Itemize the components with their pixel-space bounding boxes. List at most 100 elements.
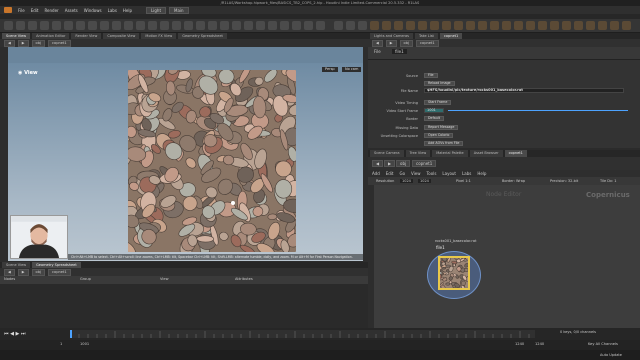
menu-edit[interactable]: Edit	[31, 8, 39, 13]
path-node[interactable]: copnet1	[412, 160, 437, 167]
light-tool-icon[interactable]	[454, 21, 463, 30]
shelf-tool-icon[interactable]	[220, 21, 229, 30]
res-y-field[interactable]: 1024	[418, 179, 431, 183]
shelf-tool-icon[interactable]	[172, 21, 181, 30]
shelf-tool-icon[interactable]	[160, 21, 169, 30]
frame-current[interactable]: 1001	[80, 342, 89, 346]
back-button[interactable]: ◀	[4, 268, 15, 276]
forward-button[interactable]: ▶	[17, 268, 29, 276]
desktop-select-left[interactable]: Light	[146, 6, 167, 14]
file-node[interactable]	[438, 256, 470, 290]
back-button[interactable]: ◀	[372, 160, 384, 167]
attributes-menu[interactable]: Attributes	[235, 277, 253, 281]
network-side-toolbar[interactable]	[368, 185, 374, 328]
viewport-left-toolbar[interactable]	[0, 47, 8, 262]
shelf-tool-icon[interactable]	[40, 21, 49, 30]
menu-render[interactable]: Render	[44, 8, 58, 13]
path-node[interactable]: copnet1	[48, 268, 71, 276]
light-tool-icon[interactable]	[550, 21, 559, 30]
shelf-tool-icon[interactable]	[100, 21, 109, 30]
frame-start[interactable]: 1	[60, 342, 62, 346]
shelf-tool-icon[interactable]	[184, 21, 193, 30]
shelf-tool-icon[interactable]	[88, 21, 97, 30]
shelf-tool-icon[interactable]	[16, 21, 25, 30]
shelf-tool-icon[interactable]	[28, 21, 37, 30]
tab-material-palette[interactable]: Material Palette	[432, 150, 468, 157]
shelf-tool-icon[interactable]	[124, 21, 133, 30]
shelf-tool-icon[interactable]	[196, 21, 205, 30]
timeline-cursor[interactable]	[70, 330, 72, 338]
forward-button[interactable]: ▶	[384, 160, 396, 167]
light-tool-icon[interactable]	[610, 21, 619, 30]
camera-menu[interactable]: No cam	[342, 67, 362, 72]
net-menu-go[interactable]: Go	[400, 171, 406, 176]
tab-scene-camera[interactable]: Scene Camera	[370, 150, 404, 157]
tab-copnet1-network[interactable]: copnet1	[504, 150, 527, 157]
light-tool-icon[interactable]	[574, 21, 583, 30]
path-context[interactable]: obj	[31, 39, 46, 47]
light-tool-icon[interactable]	[622, 21, 631, 30]
add-aovs-button[interactable]: Add AOVs from File	[424, 141, 464, 146]
shelf-tool-icon[interactable]	[256, 21, 265, 30]
auto-update-menu[interactable]: Auto Update	[600, 353, 622, 357]
tab-asset-browser[interactable]: Asset Browser	[469, 150, 503, 157]
net-menu-add[interactable]: Add	[372, 171, 380, 176]
shelf-tool-icon[interactable]	[316, 21, 325, 30]
light-tool-icon[interactable]	[430, 21, 439, 30]
light-tool-icon[interactable]	[490, 21, 499, 30]
light-tool-icon[interactable]	[502, 21, 511, 30]
res-x-field[interactable]: 1024	[400, 179, 413, 183]
net-menu-edit[interactable]: Edit	[386, 171, 394, 176]
path-context[interactable]: obj	[399, 39, 414, 47]
light-tool-icon[interactable]	[538, 21, 547, 30]
light-tool-icon[interactable]	[514, 21, 523, 30]
desktop-select-right[interactable]: Main	[169, 6, 189, 14]
net-menu-tools[interactable]: Tools	[427, 171, 437, 176]
start-frame-slider[interactable]	[448, 110, 628, 111]
network-editor[interactable]	[368, 185, 640, 328]
back-button[interactable]: ◀	[372, 39, 383, 47]
missing-data-menu[interactable]: Report Message	[424, 125, 459, 130]
light-tool-icon[interactable]	[382, 21, 391, 30]
view-menu[interactable]: View	[160, 277, 169, 281]
light-tool-icon[interactable]	[394, 21, 403, 30]
menu-file[interactable]: File	[18, 8, 25, 13]
shelf-tool-icon[interactable]	[232, 21, 241, 30]
houdini-logo-icon[interactable]	[4, 7, 12, 13]
forward-button[interactable]: ▶	[17, 39, 29, 47]
shelf-tool-icon[interactable]	[292, 21, 301, 30]
shelf-tool-icon[interactable]	[346, 21, 355, 30]
light-tool-icon[interactable]	[418, 21, 427, 30]
shelf-tool-icon[interactable]	[112, 21, 121, 30]
menu-help[interactable]: Help	[123, 8, 132, 13]
range-end-2[interactable]: 1240	[535, 342, 544, 346]
group-field[interactable]: Group	[80, 277, 91, 281]
range-end[interactable]: 1240	[515, 342, 524, 346]
path-context[interactable]: obj	[396, 160, 411, 167]
shelf-tool-icon[interactable]	[76, 21, 85, 30]
light-tool-icon[interactable]	[598, 21, 607, 30]
shelf-tool-icon[interactable]	[136, 21, 145, 30]
shelf-tool-icon[interactable]	[358, 21, 367, 30]
path-node[interactable]: copnet1	[48, 39, 71, 47]
persp-menu[interactable]: Persp	[322, 67, 338, 72]
source-menu[interactable]: File	[424, 73, 438, 78]
menu-windows[interactable]: Windows	[84, 8, 102, 13]
shelf-tool-icon[interactable]	[334, 21, 343, 30]
shelf-tool-icon[interactable]	[304, 21, 313, 30]
light-tool-icon[interactable]	[466, 21, 475, 30]
file-name-field[interactable]: $HFS/houdini/pic/texture/rocks001_baseco…	[424, 88, 624, 93]
net-menu-layout[interactable]: Layout	[442, 171, 456, 176]
net-menu-help[interactable]: Help	[477, 171, 486, 176]
light-tool-icon[interactable]	[562, 21, 571, 30]
light-tool-icon[interactable]	[370, 21, 379, 30]
shelf-tool-icon[interactable]	[280, 21, 289, 30]
viewport-view-label[interactable]: ◉ View	[18, 70, 38, 76]
shelf-tool-icon[interactable]	[244, 21, 253, 30]
net-menu-view[interactable]: View	[411, 171, 421, 176]
path-node[interactable]: copnet1	[416, 39, 439, 47]
path-context[interactable]: obj	[31, 268, 46, 276]
video-start-frame-field[interactable]: 1001	[424, 108, 444, 113]
colorspace-menu[interactable]: Open Colorio	[424, 133, 454, 138]
node-name-field[interactable]: file1	[392, 49, 407, 54]
